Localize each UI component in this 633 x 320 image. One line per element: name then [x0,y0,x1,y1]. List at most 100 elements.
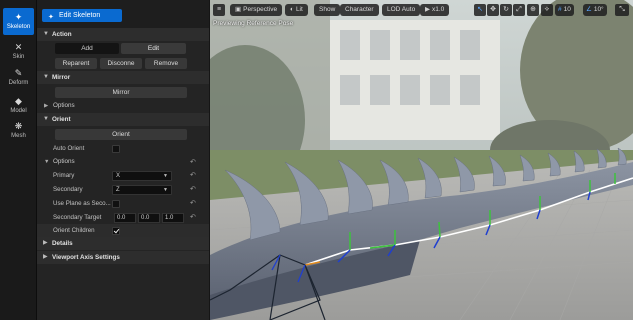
lod-menu[interactable]: LOD Auto [382,4,421,16]
add-mode-button[interactable]: Add [55,43,119,54]
primary-label: Primary [53,172,75,179]
skin-icon: ✕ [14,41,23,52]
edit-mode-button[interactable]: Edit [121,43,186,54]
scale-snap-icon[interactable]: ⤡ [615,4,629,16]
rotate-icon[interactable]: ↻ [500,4,512,16]
grid-snap-toggle[interactable]: #10 [555,4,574,16]
secondary-label: Secondary [53,186,83,193]
chevron-down-icon: ▼ [43,74,49,80]
section-title: Action [52,31,72,38]
preview-pose-label: Previewing Reference Pose [213,20,294,27]
play-rate-label: x1.0 [432,6,445,13]
section-title: Mirror [52,74,71,81]
section-orient[interactable]: ▼ Orient [37,113,209,126]
tool-deform[interactable]: ✎ Deform [3,64,34,91]
lit-menu[interactable]: ◐ Lit [285,4,308,16]
remove-button[interactable]: Remove [145,58,187,69]
viewport[interactable]: ≡ ▣ Perspective ◐ Lit Show Character LOD A… [210,0,633,320]
secondary-target-x-field[interactable]: 0.0 [114,213,136,223]
play-icon: ▶ [425,6,430,13]
secondary-target-y-field[interactable]: 0.0 [138,213,160,223]
surface-snap-icon[interactable]: ⟡ [541,4,553,16]
model-icon: ◆ [15,95,22,106]
rotation-snap-icon: ∠ [586,6,592,13]
secondary-target-z-field[interactable]: 1.0 [162,213,184,223]
tool-mesh[interactable]: ❋ Mesh [3,117,34,144]
section-details[interactable]: ▶ Details [37,237,209,250]
hamburger-menu-icon[interactable]: ≡ [213,4,225,16]
panel-header: ✦ Edit Skeleton [37,0,209,28]
auto-orient-row: Auto Orient [37,142,209,155]
section-title: Viewport Axis Settings [52,254,120,261]
reset-icon[interactable]: ↶ [190,213,196,221]
reset-icon[interactable]: ↶ [190,171,196,179]
perspective-menu[interactable]: ▣ Perspective [230,4,283,16]
use-plane-checkbox[interactable] [112,200,120,208]
section-title: Details [52,240,73,247]
edit-skeleton-label: Edit Skeleton [59,12,101,19]
orient-options-toggle[interactable]: ▼ Options [37,156,209,168]
secondary-row: Secondary Z ▼ [37,183,209,196]
reset-icon[interactable]: ↶ [190,199,196,207]
character-menu[interactable]: Character [340,4,379,16]
mesh-icon: ❋ [14,120,23,131]
dropdown-value: Z [116,187,120,193]
tool-skin[interactable]: ✕ Skin [3,38,34,65]
section-title: Orient [52,116,71,123]
chevron-down-icon: ▼ [44,159,50,165]
deform-icon: ✎ [14,67,23,78]
disconnect-button[interactable]: Disconne [100,58,142,69]
grid-snap-value: 10 [563,6,571,13]
options-label: Options [53,102,75,109]
tool-model[interactable]: ◆ Model [3,92,34,119]
scene-render [210,0,633,320]
translate-icon[interactable]: ✥ [487,4,499,16]
show-menu[interactable]: Show [314,4,341,16]
secondary-target-row: Secondary Target 0.0 0.0 1.0 [37,211,209,224]
auto-orient-checkbox[interactable] [112,145,120,153]
camera-icon: ▣ [235,6,242,13]
section-viewport-axis-settings[interactable]: ▶ Viewport Axis Settings [37,251,209,264]
use-plane-row: Use Plane as Seco... [37,197,209,210]
perspective-label: Perspective [243,6,278,13]
select-icon[interactable]: ↖ [474,4,486,16]
tool-skeleton[interactable]: ✦ Skeleton [3,8,34,35]
reparent-button[interactable]: Reparent [55,58,97,69]
mirror-options-toggle[interactable]: ▶ Options [37,100,209,112]
viewport-toolbar: ≡ ▣ Perspective ◐ Lit Show Character LOD A… [210,0,633,20]
primary-axis-dropdown[interactable]: X ▼ [112,171,172,181]
options-label: Options [53,158,75,165]
chevron-right-icon: ▶ [44,103,49,109]
scale-icon[interactable]: ⤢ [513,4,525,16]
secondary-target-label: Secondary Target [53,214,102,221]
tool-label: Skeleton [6,24,31,30]
mode-toolbar: ✦ Skeleton ✕ Skin ✎ Deform ◆ Model ❋ Mes… [0,0,37,320]
world-local-icon[interactable]: ⊕ [527,4,539,16]
play-rate-menu[interactable]: ▶ x1.0 [420,4,450,16]
rotation-snap-value: 10° [593,6,604,13]
orient-children-row: Orient Children [37,224,209,237]
skeleton-icon: ✦ [14,11,23,22]
secondary-axis-dropdown[interactable]: Z ▼ [112,185,172,195]
chevron-down-icon: ▼ [43,31,49,37]
chevron-right-icon: ▶ [43,240,48,246]
lighting-icon: ◐ [290,6,294,13]
grid-snap-icon: # [558,6,562,13]
orient-button[interactable]: Orient [55,129,187,140]
section-action[interactable]: ▼ Action [37,28,209,41]
dropdown-value: X [116,173,121,179]
orient-children-checkbox[interactable] [112,227,120,235]
tool-label: Model [10,108,27,114]
reset-icon[interactable]: ↶ [190,158,196,166]
edit-skeleton-button[interactable]: ✦ Edit Skeleton [42,9,122,22]
rotation-snap-toggle[interactable]: ∠ 10° [583,4,607,16]
lit-label: Lit [295,6,303,13]
section-mirror[interactable]: ▼ Mirror [37,71,209,84]
reset-icon[interactable]: ↶ [190,185,196,193]
character-label: Character [345,6,374,13]
details-panel: ✦ Edit Skeleton ▼ Action Add Edit Repare… [37,0,209,320]
primary-row: Primary X ▼ [37,169,209,182]
chevron-down-icon: ▼ [163,187,168,193]
mirror-button[interactable]: Mirror [55,87,187,98]
auto-orient-label: Auto Orient [53,145,85,152]
